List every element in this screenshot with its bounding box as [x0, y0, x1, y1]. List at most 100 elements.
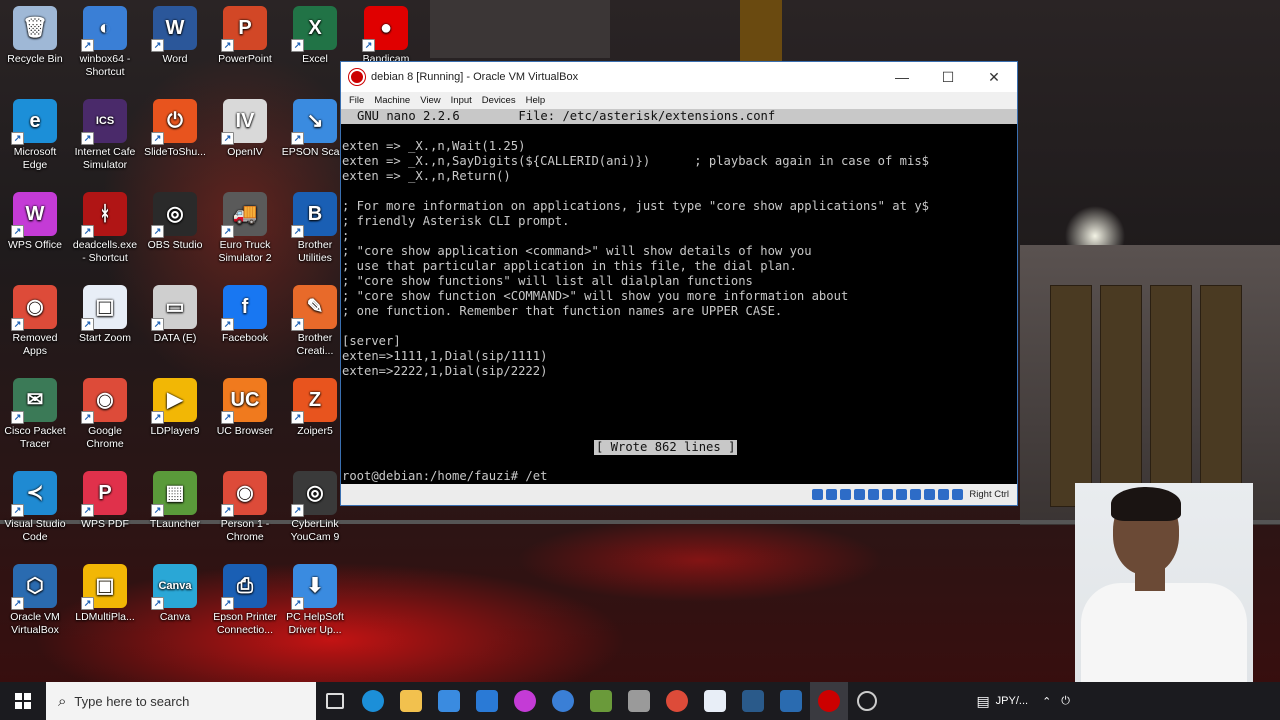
app-icon: Canva ↗	[151, 564, 197, 610]
taskbar-debian-vm[interactable]	[810, 682, 848, 720]
menu-view[interactable]: View	[420, 95, 440, 106]
mouse-integration-icon[interactable]	[938, 489, 950, 500]
desktop-icon[interactable]: ▦ ↗ TLauncher	[140, 471, 210, 531]
app-icon: ⏻ ↗	[151, 99, 197, 145]
desktop-icon[interactable]: P ↗ WPS PDF	[70, 471, 140, 531]
desktop-icon[interactable]: e ↗ Microsoft Edge	[0, 99, 70, 172]
storage-icon[interactable]	[812, 489, 824, 500]
taskbar-wps-office[interactable]	[506, 682, 544, 720]
taskbar-edge[interactable]	[354, 682, 392, 720]
desktop-icon[interactable]: 🗑 Recycle Bin	[0, 6, 70, 66]
desktop-icon[interactable]: ⏻ ↗ SlideToShu...	[140, 99, 210, 159]
desktop-icon[interactable]: ▭ ↗ DATA (E)	[140, 285, 210, 345]
taskbar-store[interactable]	[430, 682, 468, 720]
desktop-icon-label: LDPlayer9	[150, 425, 200, 437]
3cx-icon	[742, 690, 764, 712]
app-icon: ◉ ↗	[221, 471, 267, 517]
taskbar-chrome[interactable]	[658, 682, 696, 720]
menu-file[interactable]: File	[349, 95, 364, 106]
shortcut-arrow-icon: ↗	[291, 597, 304, 610]
desktop-icon[interactable]: P ↗ PowerPoint	[210, 6, 280, 66]
desktop-icon[interactable]: W ↗ Word	[140, 6, 210, 66]
network-icon[interactable]	[854, 489, 866, 500]
desktop-icon[interactable]: ⬡ ↗ Oracle VM VirtualBox	[0, 564, 70, 637]
app-icon: ◎ ↗	[291, 471, 337, 517]
app-icon: ▶ ↗	[151, 378, 197, 424]
desktop-icon[interactable]: ◉ ↗ Person 1 - Chrome	[210, 471, 280, 544]
desktop-icon[interactable]: ◐ ↗ winbox64 - Shortcut	[70, 6, 140, 79]
app-icon: f ↗	[221, 285, 267, 331]
maximize-button[interactable]: ☐	[925, 62, 971, 92]
desktop-icon[interactable]: X ↗ Excel	[280, 6, 350, 66]
usb-icon[interactable]	[868, 489, 880, 500]
taskbar-3cx[interactable]	[734, 682, 772, 720]
close-button[interactable]: ✕	[971, 62, 1017, 92]
optical-drive-icon[interactable]	[826, 489, 838, 500]
taskbar-bandicam[interactable]	[848, 682, 886, 720]
shortcut-arrow-icon: ↗	[151, 132, 164, 145]
desktop-icon[interactable]: ✉ ↗ Cisco Packet Tracer	[0, 378, 70, 451]
shortcut-arrow-icon: ↗	[151, 318, 164, 331]
desktop-icon[interactable]: ICS ↗ Internet Cafe Simulator	[70, 99, 140, 172]
display-icon[interactable]	[896, 489, 908, 500]
task-view-button[interactable]	[316, 682, 354, 720]
menu-machine[interactable]: Machine	[374, 95, 410, 106]
minimize-button[interactable]: —	[879, 62, 925, 92]
taskbar-app[interactable]	[620, 682, 658, 720]
desktop-icon[interactable]: ᚼ ↗ deadcells.exe - Shortcut	[70, 192, 140, 265]
desktop-icon[interactable]: ◉ ↗ Google Chrome	[70, 378, 140, 451]
menu-input[interactable]: Input	[451, 95, 472, 106]
audio-icon[interactable]	[840, 489, 852, 500]
start-button[interactable]	[0, 682, 46, 720]
terminal-line: ; "core show function <COMMAND>" will sh…	[342, 289, 849, 303]
taskbar-zoom[interactable]	[696, 682, 734, 720]
taskbar-winbox[interactable]	[544, 682, 582, 720]
desktop-icon[interactable]: 🚚 ↗ Euro Truck Simulator 2	[210, 192, 280, 265]
taskbar-cisco[interactable]	[582, 682, 620, 720]
wps-office-icon	[514, 690, 536, 712]
currency-widget[interactable]: JPY/...	[996, 695, 1028, 707]
recording-icon[interactable]	[910, 489, 922, 500]
desktop-icon-label: OBS Studio	[147, 239, 203, 251]
desktop-icon[interactable]: ⬇ ↗ PC HelpSoft Driver Up...	[280, 564, 350, 637]
desktop-icon[interactable]: f ↗ Facebook	[210, 285, 280, 345]
taskbar-mail[interactable]	[468, 682, 506, 720]
menu-help[interactable]: Help	[526, 95, 546, 106]
background-parking-sign	[430, 0, 610, 58]
store-icon	[438, 690, 460, 712]
chevron-up-icon[interactable]: ⌃	[1042, 695, 1051, 708]
desktop-icon[interactable]: ● ↗ Bandicam	[351, 6, 421, 66]
desktop-icon[interactable]: ▶ ↗ LDPlayer9	[140, 378, 210, 438]
desktop-icon[interactable]: ◎ ↗ OBS Studio	[140, 192, 210, 252]
desktop-icon-label: Removed Apps	[12, 332, 58, 357]
menu-devices[interactable]: Devices	[482, 95, 516, 106]
desktop-icon[interactable]: ⎙ ↗ Epson Printer Connectio...	[210, 564, 280, 637]
taskbar-search-box[interactable]: ⌕ Type here to search	[46, 682, 316, 720]
terminal-line: ; use that particular application in thi…	[342, 259, 797, 273]
virtualbox-window[interactable]: debian 8 [Running] - Oracle VM VirtualBo…	[340, 61, 1018, 506]
desktop-icon[interactable]: W ↗ WPS Office	[0, 192, 70, 252]
keyboard-icon[interactable]	[952, 489, 964, 500]
shortcut-arrow-icon: ↗	[81, 225, 94, 238]
app-icon: ICS ↗	[81, 99, 127, 145]
desktop-icon[interactable]: UC ↗ UC Browser	[210, 378, 280, 438]
terminal-line: [server]	[342, 334, 401, 348]
taskbar-file-explorer[interactable]	[392, 682, 430, 720]
host-key-label: Right Ctrl	[969, 489, 1009, 500]
desktop-icon[interactable]: ▣ ↗ LDMultiPla...	[70, 564, 140, 624]
guest-terminal[interactable]: GNU nano 2.2.6 File: /etc/asterisk/exten…	[341, 109, 1017, 484]
desktop-icon[interactable]: Canva ↗ Canva	[140, 564, 210, 624]
desktop-icon[interactable]: ◉ ↗ Removed Apps	[0, 285, 70, 358]
cpu-icon[interactable]	[924, 489, 936, 500]
desktop-icon[interactable]: IV ↗ OpenIV	[210, 99, 280, 159]
desktop-icon[interactable]: ≺ ↗ Visual Studio Code	[0, 471, 70, 544]
shared-folders-icon[interactable]	[882, 489, 894, 500]
debian-icon	[818, 690, 840, 712]
desktop-icon[interactable]: ▣ ↗ Start Zoom	[70, 285, 140, 345]
shell-prompt[interactable]: root@debian:/home/fauzi# /et	[342, 469, 547, 484]
shortcut-arrow-icon: ↗	[81, 39, 94, 52]
power-icon[interactable]: ⏻	[1061, 695, 1070, 708]
taskbar-virtualbox[interactable]	[772, 682, 810, 720]
window-titlebar[interactable]: debian 8 [Running] - Oracle VM VirtualBo…	[341, 62, 1017, 92]
speedometer-icon	[857, 691, 877, 711]
